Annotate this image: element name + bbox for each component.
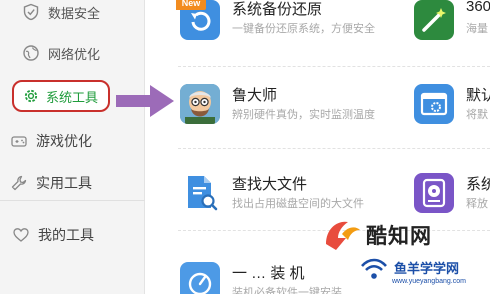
tool-system-slimming[interactable]: 系统 释放	[414, 173, 490, 213]
sidebar-item-label: 数据安全	[48, 5, 101, 21]
tool-360[interactable]: 360 海量	[414, 0, 490, 40]
file-search-icon	[180, 173, 220, 213]
tool-default-programs[interactable]: 默认 将默	[414, 84, 490, 124]
sidebar-item-label: 系统工具	[46, 89, 99, 105]
sidebar-item-utilities[interactable]: 实用工具	[0, 163, 145, 203]
ludashi-avatar-icon	[180, 84, 220, 124]
kuzhi-logo-icon	[326, 221, 360, 250]
tool-desc: 海量	[466, 23, 488, 35]
wifi-logo-icon	[361, 258, 387, 279]
sidebar-item-system-tools[interactable]: 系统工具	[12, 80, 110, 112]
tool-find-large-files[interactable]: 查找大文件 找出占用磁盘空间的大文件	[180, 173, 380, 213]
tool-name: 默认	[466, 87, 490, 104]
gauge-icon	[180, 262, 220, 294]
sidebar-item-game[interactable]: 游戏优化	[0, 121, 145, 161]
sidebar-divider	[0, 200, 145, 201]
heart-icon	[13, 228, 29, 242]
tool-desc: 辨别硬件真伪，实时监测温度	[232, 109, 375, 121]
gear-icon	[24, 89, 38, 103]
tool-name: 鲁大师	[232, 87, 278, 104]
sidebar: 数据安全 网络优化 系统工具 游戏优化 实用工具 我的工具	[0, 0, 145, 294]
tool-name: 系统	[466, 176, 490, 193]
tool-name: 系统备份还原	[232, 1, 323, 18]
watermark-url: www.yueyangbang.com	[392, 278, 466, 285]
sidebar-item-label: 网络优化	[48, 46, 101, 62]
tool-ludashi[interactable]: 鲁大师 辨别硬件真伪，实时监测温度	[180, 84, 380, 124]
tool-name: 一 … 装 机	[232, 265, 305, 282]
watermark-yuyang: 鱼羊学学网 www.yueyangbang.com	[361, 252, 490, 294]
row-divider	[178, 148, 490, 149]
tool-desc: 找出占用磁盘空间的大文件	[232, 198, 364, 210]
tool-desc: 释放	[466, 198, 488, 210]
tool-desc: 将默	[466, 109, 488, 121]
tool-one-click-install[interactable]: 一 … 装 机 装机必备软件一键安装	[180, 262, 380, 294]
row-divider	[178, 66, 490, 67]
tool-system-backup[interactable]: 系统备份还原 一键备份还原系统，方便安全	[180, 0, 380, 40]
sidebar-item-label: 游戏优化	[36, 133, 92, 149]
watermark-text: 酷知网	[366, 225, 432, 248]
tool-name: 查找大文件	[232, 176, 308, 193]
tool-desc: 装机必备软件一键安装	[232, 287, 342, 294]
watermark-kuzhi: 酷知网	[322, 214, 457, 254]
watermark-text: 鱼羊学学网	[394, 261, 460, 276]
window-gear-icon	[414, 84, 454, 124]
sidebar-item-network[interactable]: 网络优化	[0, 33, 145, 73]
sidebar-item-data-security[interactable]: 数据安全	[0, 0, 145, 32]
new-badge: New	[176, 0, 206, 10]
globe-icon	[23, 45, 39, 61]
tool-name: 360	[466, 0, 490, 15]
sidebar-item-label: 我的工具	[38, 227, 94, 243]
gamepad-icon	[11, 136, 27, 147]
pointer-arrow-icon	[116, 85, 174, 117]
sidebar-item-label: 实用工具	[36, 175, 92, 191]
magic-wand-icon	[414, 0, 454, 40]
wrench-icon	[11, 175, 27, 191]
disk-drive-icon	[414, 173, 454, 213]
sidebar-item-my-tools[interactable]: 我的工具	[0, 215, 145, 255]
shield-icon	[23, 3, 39, 21]
tool-desc: 一键备份还原系统，方便安全	[232, 23, 375, 35]
